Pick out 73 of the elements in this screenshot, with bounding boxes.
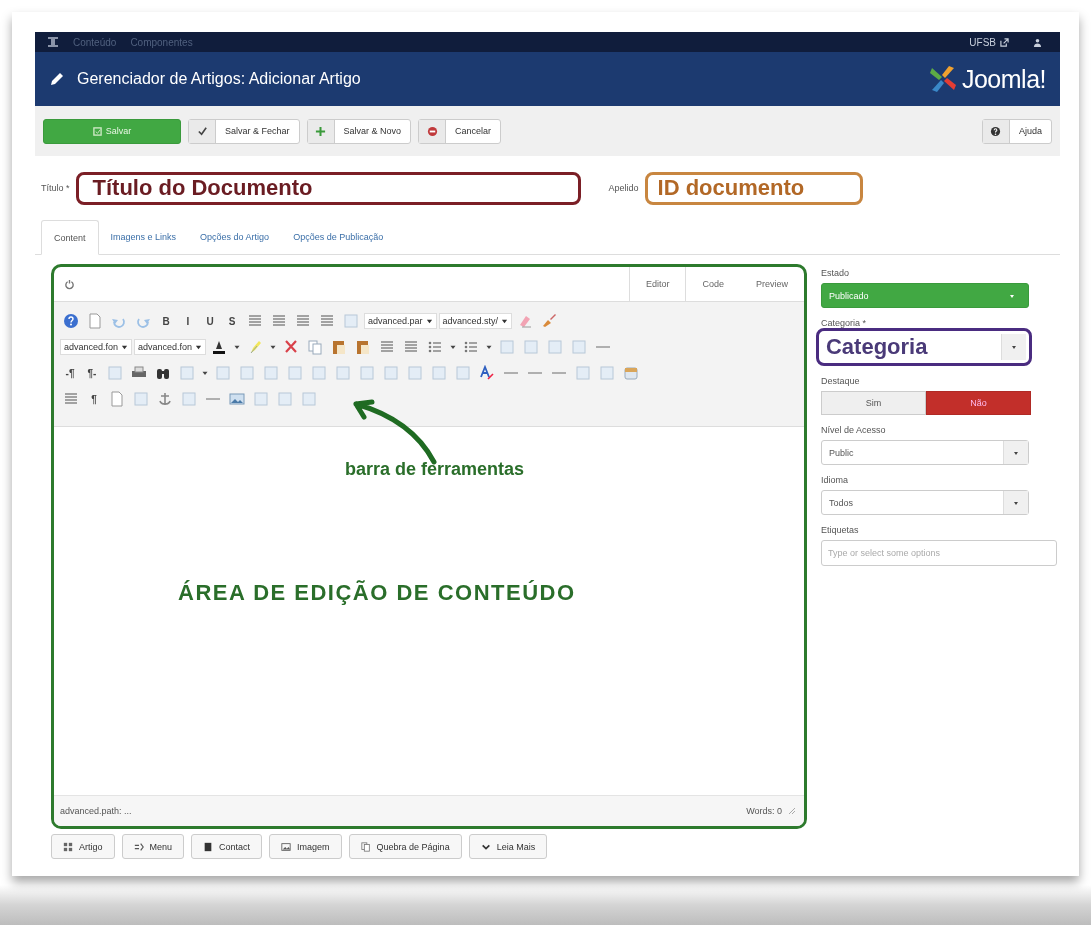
field-label: Destaque: [820, 376, 861, 386]
plus-icon: [315, 125, 327, 137]
style-dropdown[interactable]: advanced.par: [364, 313, 437, 329]
caret-icon: [501, 317, 509, 325]
toggle-option[interactable]: Não: [925, 391, 1031, 415]
save-icon: [92, 126, 102, 136]
page-title: Gerenciador de Artigos: Adicionar Artigo: [77, 70, 361, 88]
annotation-label: barra de ferramentas: [345, 459, 526, 480]
alias-field[interactable]: ID documento: [644, 171, 863, 205]
power-icon[interactable]: [64, 278, 75, 290]
toolbar-button[interactable]: Salvar & Novo: [306, 118, 412, 144]
tab[interactable]: Opções de Publicação: [281, 220, 396, 254]
pages-icon: [360, 841, 371, 852]
cancel-icon: [426, 125, 438, 137]
toolbar-button[interactable]: Cancelar: [418, 118, 502, 144]
insert-button[interactable]: Imagem: [269, 834, 342, 859]
dropdown-select[interactable]: Todos: [820, 490, 1029, 515]
toggle-option[interactable]: Sim: [820, 391, 926, 415]
field-label: Estado: [820, 268, 850, 278]
format-button[interactable]: ¶: [84, 393, 104, 405]
insert-button[interactable]: Contact: [191, 834, 263, 859]
format-button[interactable]: S: [222, 315, 242, 327]
element-path: advanced.path: ...: [60, 806, 132, 816]
user-icon[interactable]: [1033, 37, 1042, 47]
format-button[interactable]: -¶: [60, 367, 80, 379]
logo-text: Joomla!: [961, 64, 1046, 94]
caret-icon: [121, 343, 129, 351]
caret-icon: [425, 317, 433, 325]
field-label: Título *: [41, 183, 70, 193]
format-button[interactable]: U: [200, 315, 220, 327]
mode-tab[interactable]: Code: [686, 267, 740, 301]
check-icon: [196, 125, 208, 137]
tab[interactable]: Opções do Artigo: [188, 220, 282, 254]
mode-tab[interactable]: Editor: [628, 267, 687, 301]
format-button[interactable]: B: [156, 315, 176, 327]
caret-icon: [1009, 343, 1018, 351]
help-icon: [990, 125, 1002, 137]
help-button[interactable]: Ajuda: [981, 118, 1052, 144]
field-label: Apelido: [608, 183, 639, 193]
field-label: Etiquetas: [820, 525, 860, 535]
format-button[interactable]: I: [178, 315, 198, 327]
image-icon: [281, 841, 292, 852]
title-field[interactable]: Título do Documento: [75, 171, 581, 205]
field-label: Categoria *: [820, 318, 867, 328]
insert-button[interactable]: Leia Mais: [468, 834, 548, 859]
toolbar-button[interactable]: Salvar & Fechar: [188, 118, 300, 144]
menu-icon[interactable]: [47, 36, 59, 48]
mode-tab[interactable]: Preview: [740, 267, 804, 301]
external-link-icon[interactable]: [1000, 37, 1009, 47]
format-button[interactable]: ¶-: [82, 367, 102, 379]
annotation-label: ÁREA DE EDIÇÃO DE CONTEÚDO: [178, 580, 577, 606]
tags-field[interactable]: Type or select some options: [820, 540, 1057, 566]
style-dropdown[interactable]: advanced.fon: [60, 339, 133, 355]
grid-icon: [63, 841, 73, 852]
tab[interactable]: Imagens e Links: [98, 220, 189, 254]
dropdown-select[interactable]: Public: [820, 440, 1029, 465]
insert-button[interactable]: Artigo: [51, 834, 115, 859]
insert-button[interactable]: Quebra de Página: [348, 834, 462, 859]
category-select[interactable]: Categoria: [815, 328, 1032, 366]
insert-button[interactable]: Menu: [121, 834, 185, 859]
tab[interactable]: Content: [41, 220, 99, 255]
site-link[interactable]: UFSB: [969, 36, 996, 48]
field-label: Nível de Acesso: [820, 425, 887, 435]
word-count: Words: 0: [746, 806, 782, 816]
field-label: Idioma: [820, 475, 849, 485]
style-dropdown[interactable]: advanced.sty/: [438, 313, 513, 329]
caret-icon: [195, 343, 203, 351]
document-icon: [203, 841, 214, 852]
style-dropdown[interactable]: advanced.fon: [134, 339, 207, 355]
link-icon: [133, 841, 144, 852]
resize-handle[interactable]: [788, 807, 796, 815]
logo-icon: [927, 64, 958, 94]
pencil-icon: [49, 71, 65, 87]
